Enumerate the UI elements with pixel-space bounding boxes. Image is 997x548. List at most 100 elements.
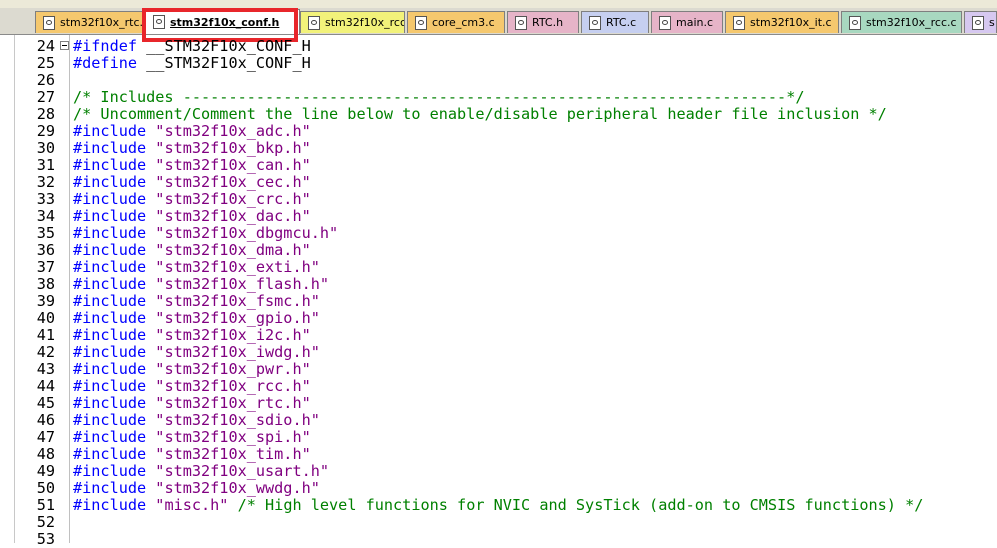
tab-rtc-c[interactable]: RTC.c [581,11,649,33]
code-text: #include "stm32f10x_dma.h" [73,242,311,259]
string-literal: "stm32f10x_sdio.h" [155,411,320,429]
line-number: 39 [36,292,55,310]
code-text: #include "stm32f10x_rcc.h" [73,378,311,395]
code-text: #include "stm32f10x_bkp.h" [73,140,311,157]
line-number: 42 [36,343,55,361]
fold-toggle-icon[interactable] [60,41,69,50]
line-number: 35 [36,224,55,242]
code-text: #define __STM32F10x_CONF_H [73,55,311,72]
code-line: 51 #include "misc.h" /* High level functi… [0,497,997,514]
preprocessor-keyword: #include [73,190,156,208]
string-literal: "stm32f10x_adc.h" [155,122,311,140]
string-literal: "stm32f10x_gpio.h" [155,309,320,327]
preprocessor-keyword: #include [73,292,156,310]
code-line: 53 [0,531,997,548]
tab-main-c[interactable]: main.c [651,11,723,33]
code-text: #include "stm32f10x_flash.h" [73,276,329,293]
code-text: #include "stm32f10x_crc.h" [73,191,311,208]
code-line: 37 #include "stm32f10x_exti.h" [0,259,997,276]
tab-rtc-h[interactable]: RTC.h [507,11,579,33]
preprocessor-keyword: #include [73,156,156,174]
tab-stm32f10x-rcc-h[interactable]: stm32f10x_rcc.h [300,11,405,33]
file-icon [589,15,601,30]
code-line: 31 #include "stm32f10x_can.h" [0,157,997,174]
code-text: #include "stm32f10x_gpio.h" [73,310,320,327]
tab-core-cm3-c[interactable]: core_cm3.c [407,11,505,33]
tab-stm32f10x-rtc-c[interactable]: stm32f10x_rtc.c [35,11,144,33]
line-number: 27 [36,88,55,106]
code-line: 44 #include "stm32f10x_rcc.h" [0,378,997,395]
tab-s[interactable]: s [964,11,997,33]
code-line: 29 #include "stm32f10x_adc.h" [0,123,997,140]
file-icon [515,15,527,30]
string-literal: "stm32f10x_spi.h" [155,428,311,446]
preprocessor-keyword: #include [73,275,156,293]
line-number: 31 [36,156,55,174]
file-icon [415,15,427,30]
preprocessor-keyword: #include [73,377,156,395]
line-number: 30 [36,139,55,157]
tab-label: s [989,16,995,29]
line-number: 32 [36,173,55,191]
string-literal: "stm32f10x_exti.h" [155,258,320,276]
string-literal: "stm32f10x_iwdg.h" [155,343,320,361]
preprocessor-keyword: #include [73,122,156,140]
line-number: 40 [36,309,55,327]
line-number: 33 [36,190,55,208]
code-text: #include "stm32f10x_i2c.h" [73,327,311,344]
tab-stm32f10x-it-c[interactable]: stm32f10x_it.c [725,11,839,33]
code-text: /* Includes ----------------------------… [73,89,805,106]
preprocessor-keyword: #include [73,207,156,225]
file-icon [849,15,861,30]
file-icon [659,15,671,30]
string-literal: "stm32f10x_fsmc.h" [155,292,320,310]
preprocessor-keyword: #include [73,224,156,242]
code-text: #include "stm32f10x_iwdg.h" [73,344,320,361]
string-literal: "stm32f10x_crc.h" [155,190,311,208]
code-line: 39 #include "stm32f10x_fsmc.h" [0,293,997,310]
preprocessor-keyword: #include [73,428,156,446]
line-number: 47 [36,428,55,446]
code-text: #include "stm32f10x_wwdg.h" [73,480,320,497]
line-number: 26 [36,71,55,89]
tab-label: RTC.c [606,16,637,29]
preprocessor-keyword: #include [73,241,156,259]
string-literal: "stm32f10x_usart.h" [155,462,330,480]
code-line: 26 [0,72,997,89]
code-text: #include "stm32f10x_fsmc.h" [73,293,320,310]
file-icon [308,15,320,30]
tab-stm32f10x-rcc-c[interactable]: stm32f10x_rcc.c [841,11,962,33]
toolbar-strip [0,0,997,8]
code-line: 24 #ifndef __STM32F10x_CONF_H [0,38,997,55]
code-line: 47 #include "stm32f10x_spi.h" [0,429,997,446]
code-line: 41 #include "stm32f10x_i2c.h" [0,327,997,344]
comment-text: /* Includes ----------------------------… [73,88,805,106]
string-literal: "stm32f10x_dma.h" [155,241,311,259]
string-literal: "stm32f10x_dbgmcu.h" [155,224,339,242]
preprocessor-keyword: #include [73,258,156,276]
file-icon [43,15,55,30]
code-line: 25 #define __STM32F10x_CONF_H [0,55,997,72]
macro-name: __STM32F10x_CONF_H [146,37,311,55]
code-text: #include "misc.h" /* High level function… [73,497,923,514]
preprocessor-keyword: #include [73,479,156,497]
preprocessor-keyword: #include [73,326,156,344]
preprocessor-keyword: #include [73,309,156,327]
tab-label: core_cm3.c [432,16,495,29]
code-line: 36 #include "stm32f10x_dma.h" [0,242,997,259]
string-literal: "stm32f10x_rcc.h" [155,377,311,395]
comment-text: /* Uncomment/Comment the line below to e… [73,105,887,123]
code-text: /* Uncomment/Comment the line below to e… [73,106,887,123]
code-text: #include "stm32f10x_rtc.h" [73,395,311,412]
preprocessor-keyword: #include [73,462,156,480]
preprocessor-keyword: #include [73,139,156,157]
code-line: 27 /* Includes --------------------------… [0,89,997,106]
code-editor[interactable]: 24 #ifndef __STM32F10x_CONF_H 25 #define __… [0,35,997,548]
code-text: #include "stm32f10x_cec.h" [73,174,311,191]
code-text: #include "stm32f10x_spi.h" [73,429,311,446]
preprocessor-keyword: #include [73,173,156,191]
preprocessor-keyword: #include [73,394,156,412]
string-literal: "stm32f10x_dac.h" [155,207,311,225]
code-line: 45 #include "stm32f10x_rtc.h" [0,395,997,412]
string-literal: "stm32f10x_rtc.h" [155,394,311,412]
